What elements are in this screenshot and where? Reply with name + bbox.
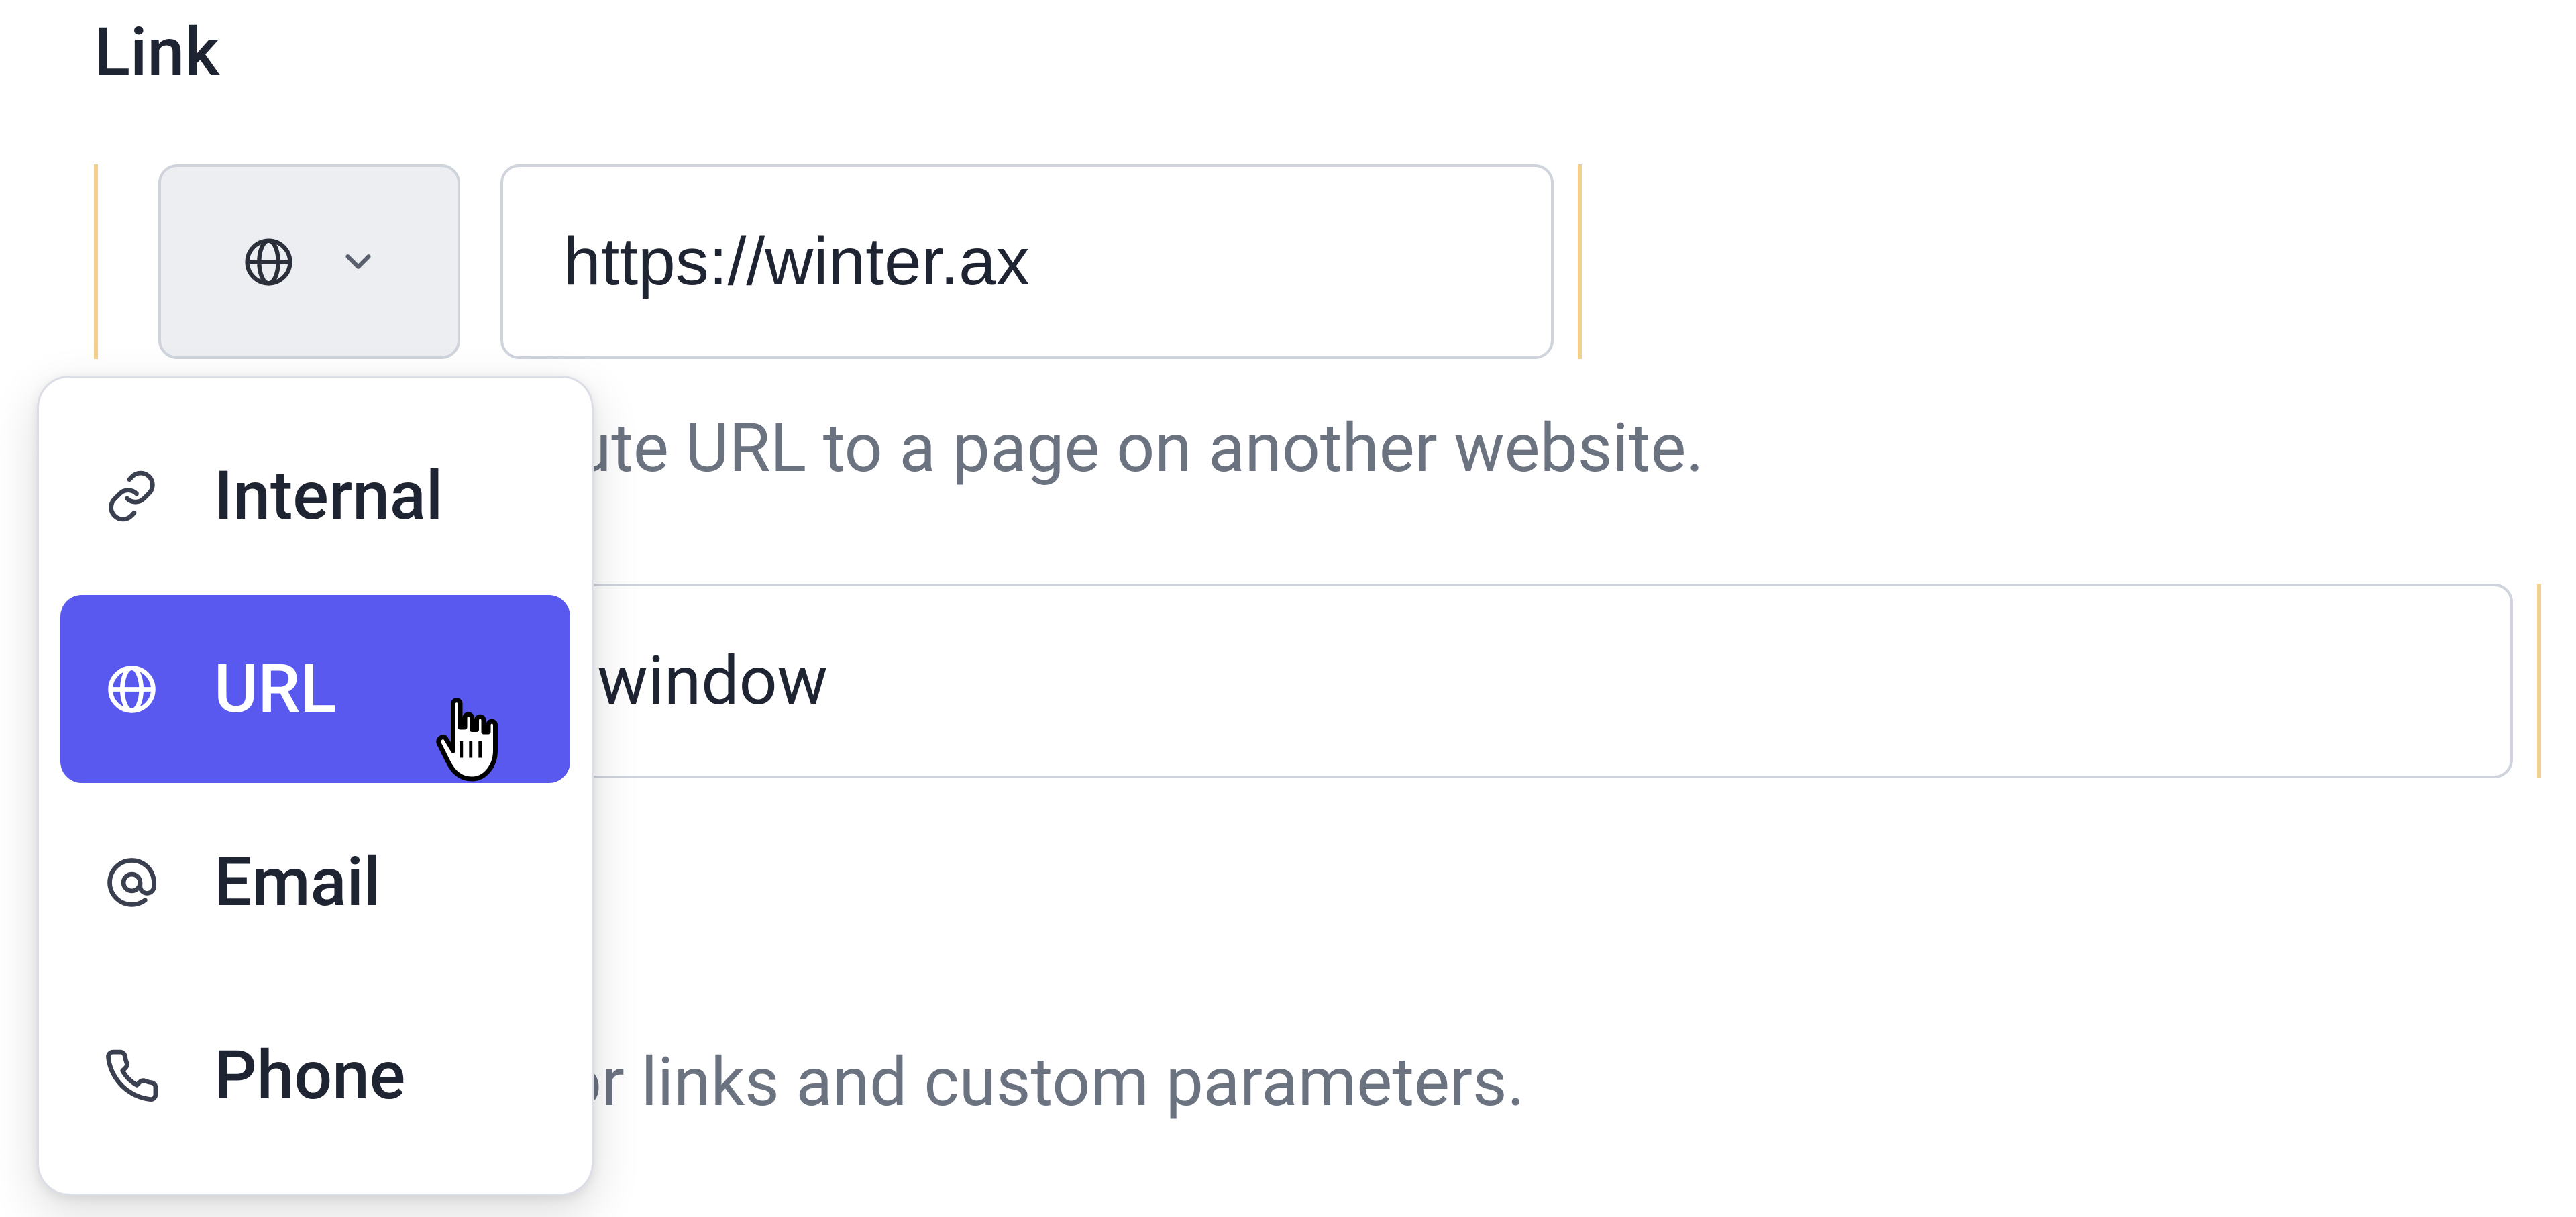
dropdown-item-label: Internal [214,457,443,535]
at-sign-icon [103,854,160,911]
dropdown-item-label: Email [214,843,381,922]
dropdown-item-label: Phone [214,1037,405,1115]
dropdown-item-url[interactable]: URL [60,595,570,783]
url-input[interactable] [500,164,1554,359]
dropdown-item-label: URL [214,650,336,729]
phone-icon [103,1047,160,1104]
link-type-dropdown: Internal URL Email [37,376,594,1196]
chain-link-icon [103,468,160,525]
change-marker-right-2 [2537,584,2541,778]
link-section-label: Link [94,13,219,92]
change-marker-right [1578,164,1582,359]
globe-icon [103,661,160,718]
globe-icon [240,233,297,290]
link-type-selector-button[interactable] [158,164,460,359]
dropdown-item-internal[interactable]: Internal [60,402,570,590]
chevron-down-icon [337,241,379,282]
url-input-row [94,164,1582,359]
change-marker-left [94,164,98,359]
dropdown-item-email[interactable]: Email [60,788,570,976]
dropdown-item-phone[interactable]: Phone [60,982,570,1169]
